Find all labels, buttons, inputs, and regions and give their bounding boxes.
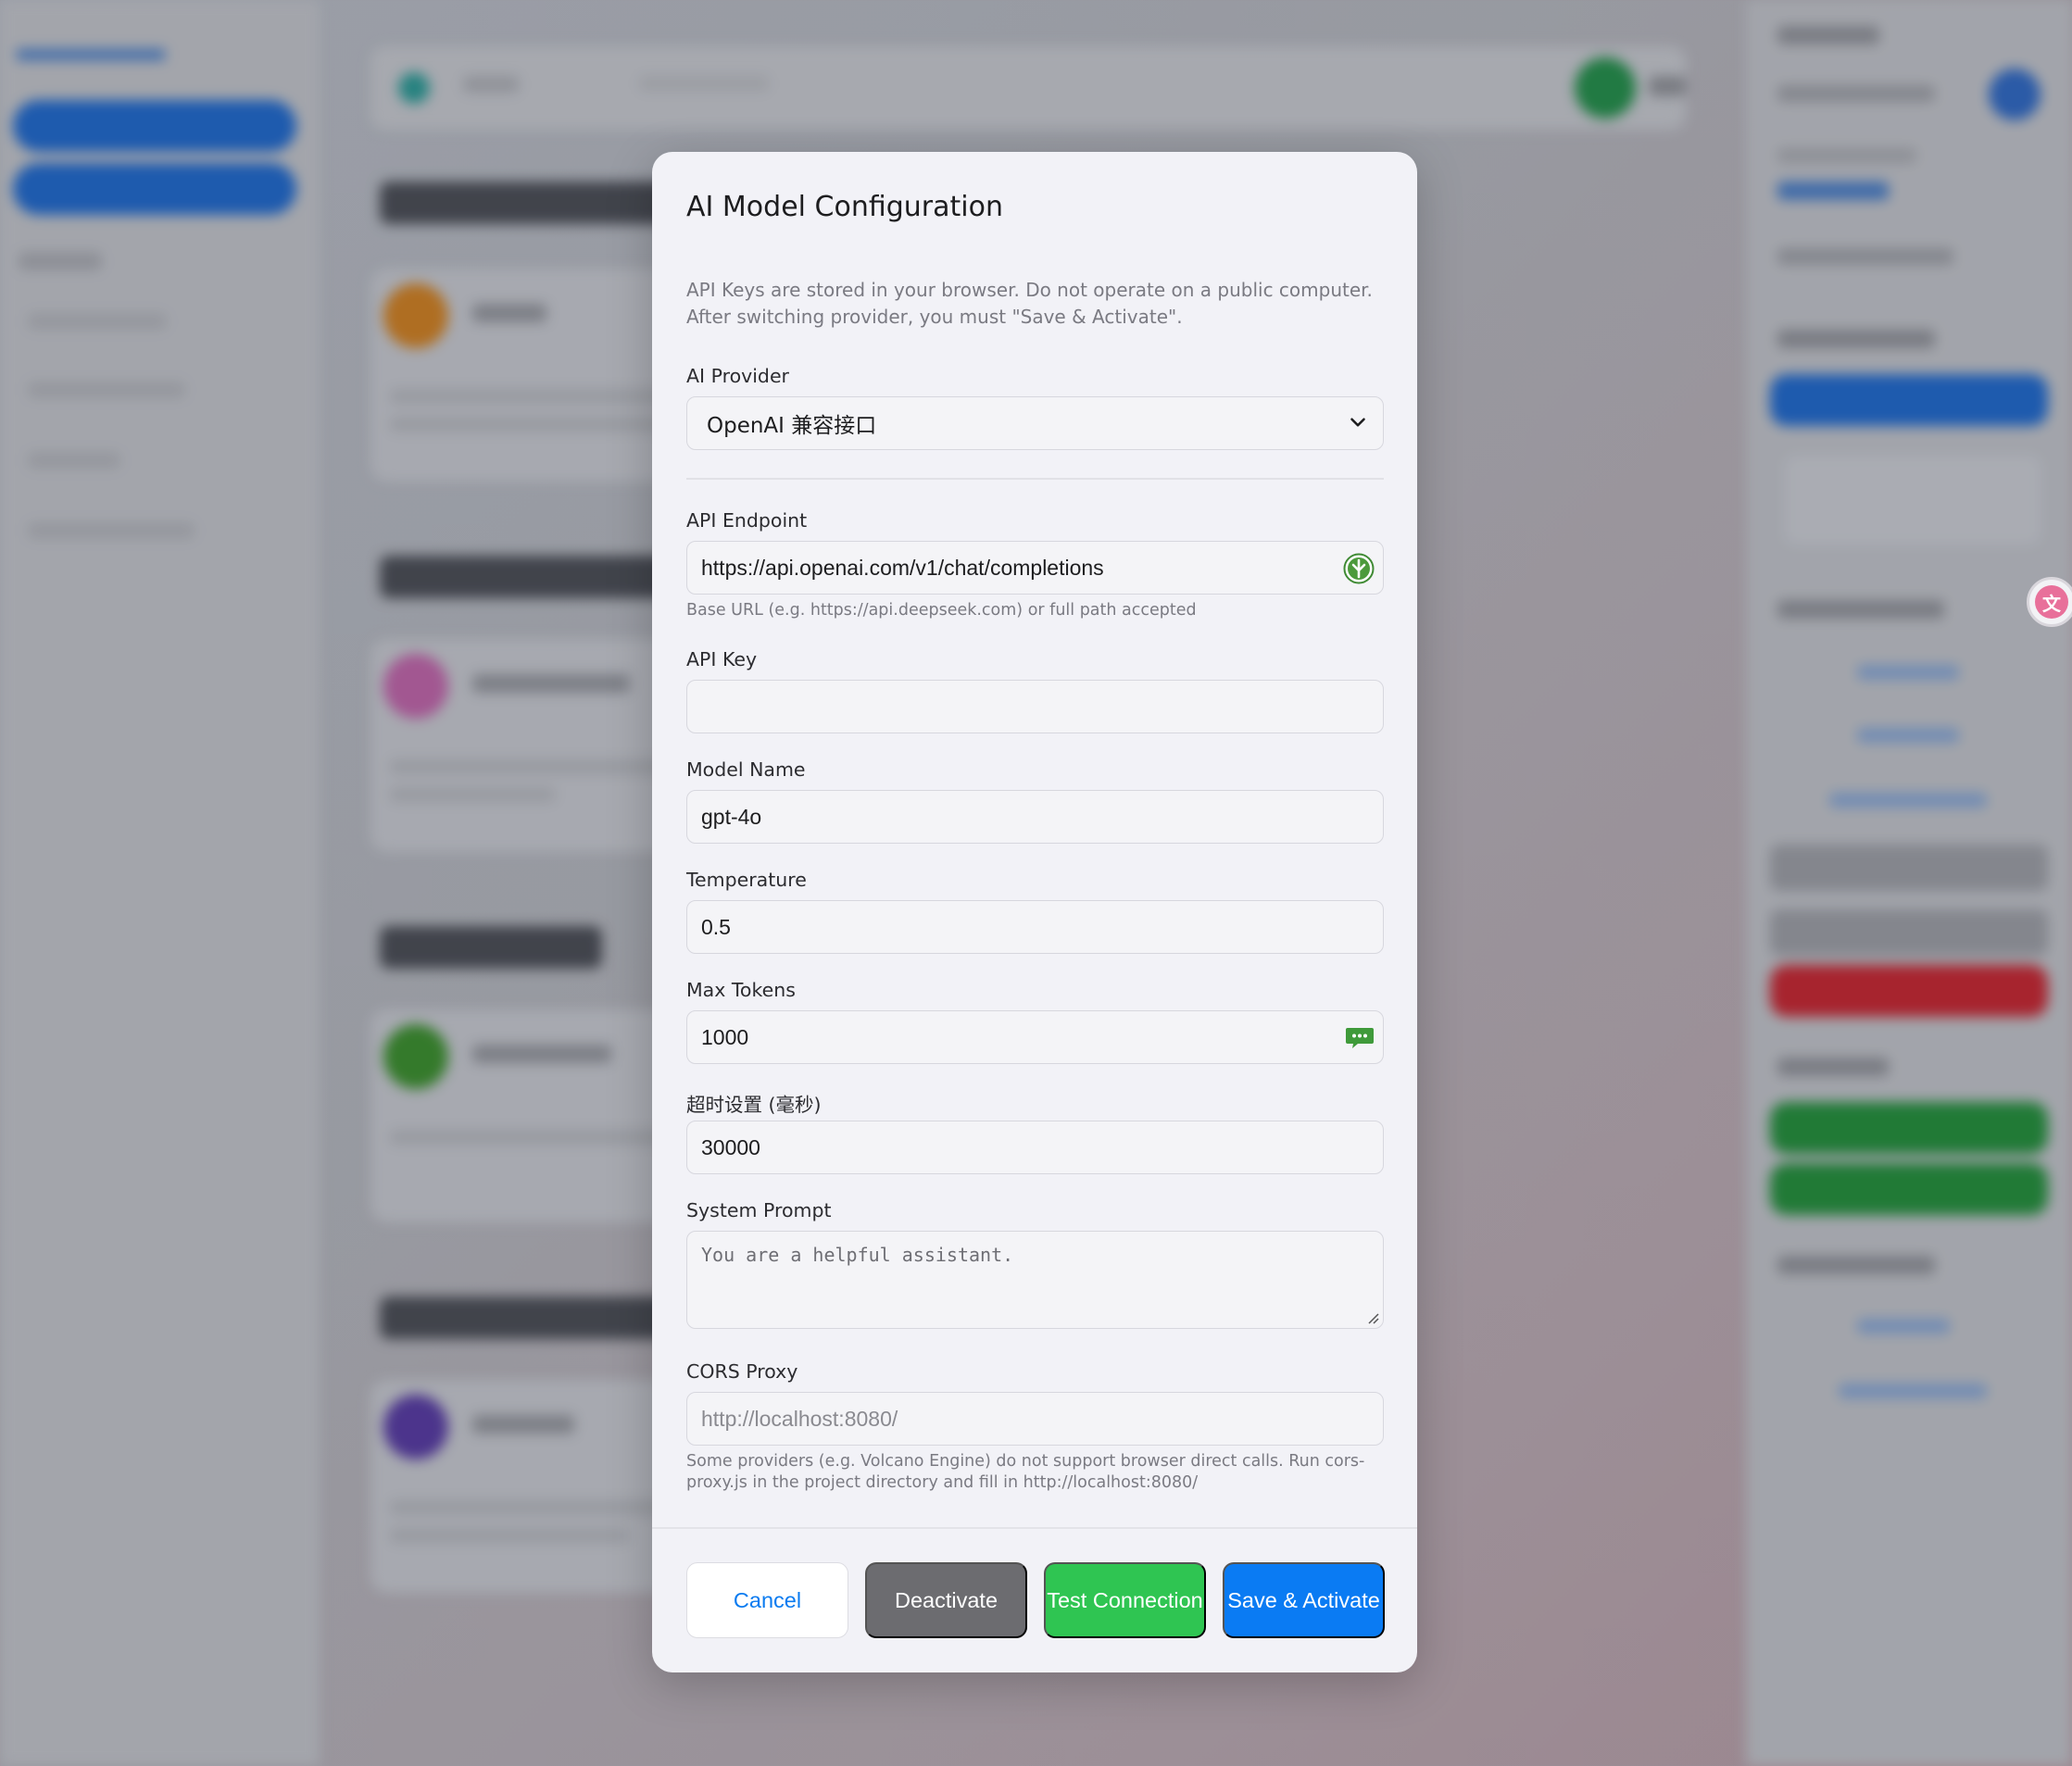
max-tokens-value: 1000 <box>701 1024 749 1049</box>
endpoint-label: API Endpoint <box>686 509 808 532</box>
translate-icon: 文 <box>2035 585 2068 619</box>
resize-grip-icon[interactable] <box>1366 1311 1379 1324</box>
save-activate-button[interactable]: Save & Activate <box>1223 1562 1385 1638</box>
timeout-value: 30000 <box>701 1134 760 1159</box>
system-prompt-textarea[interactable]: You are a helpful assistant. <box>686 1231 1384 1329</box>
endpoint-value: https://api.openai.com/v1/chat/completio… <box>701 555 1104 580</box>
password-manager-icon[interactable] <box>1345 1026 1375 1050</box>
model-name-label: Model Name <box>686 758 806 781</box>
temperature-value: 0.5 <box>701 914 731 939</box>
modal-title: AI Model Configuration <box>686 191 1003 223</box>
cors-proxy-input[interactable]: http://localhost:8080/ <box>686 1392 1384 1446</box>
modal-description: API Keys are stored in your browser. Do … <box>686 279 1373 328</box>
model-name-input[interactable]: gpt-4o <box>686 790 1384 844</box>
temperature-input[interactable]: 0.5 <box>686 900 1384 954</box>
section-divider <box>686 478 1384 480</box>
system-prompt-value: You are a helpful assistant. <box>701 1244 1014 1266</box>
max-tokens-label: Max Tokens <box>686 979 796 1001</box>
provider-label: AI Provider <box>686 365 789 387</box>
cancel-button[interactable]: Cancel <box>686 1562 848 1638</box>
translate-extension-badge[interactable]: 文 <box>2027 577 2072 627</box>
ai-config-modal: AI Model Configuration API Keys are stor… <box>652 152 1417 1672</box>
system-prompt-label: System Prompt <box>686 1199 832 1221</box>
deactivate-button[interactable]: Deactivate <box>865 1562 1027 1638</box>
provider-selected-value: OpenAI 兼容接口 <box>707 414 877 438</box>
endpoint-hint: Base URL (e.g. https://api.deepseek.com)… <box>686 601 1197 620</box>
provider-select[interactable]: OpenAI 兼容接口 <box>686 396 1384 450</box>
timeout-input[interactable]: 30000 <box>686 1121 1384 1174</box>
chevron-down-icon <box>1350 418 1365 427</box>
temperature-label: Temperature <box>686 869 807 891</box>
test-connection-button[interactable]: Test Connection <box>1044 1562 1206 1638</box>
api-key-input[interactable] <box>686 680 1384 733</box>
max-tokens-input[interactable]: 1000 <box>686 1010 1384 1064</box>
cors-proxy-placeholder: http://localhost:8080/ <box>701 1406 898 1431</box>
cors-proxy-hint: Some providers (e.g. Volcano Engine) do … <box>686 1452 1365 1492</box>
endpoint-input[interactable]: https://api.openai.com/v1/chat/completio… <box>686 541 1384 595</box>
timeout-label: 超时设置 (毫秒) <box>686 1094 822 1116</box>
footer-divider <box>652 1527 1417 1529</box>
api-key-label: API Key <box>686 648 758 670</box>
browser-extension-icon[interactable] <box>1343 553 1375 584</box>
model-name-value: gpt-4o <box>701 804 762 829</box>
cors-proxy-label: CORS Proxy <box>686 1360 798 1383</box>
